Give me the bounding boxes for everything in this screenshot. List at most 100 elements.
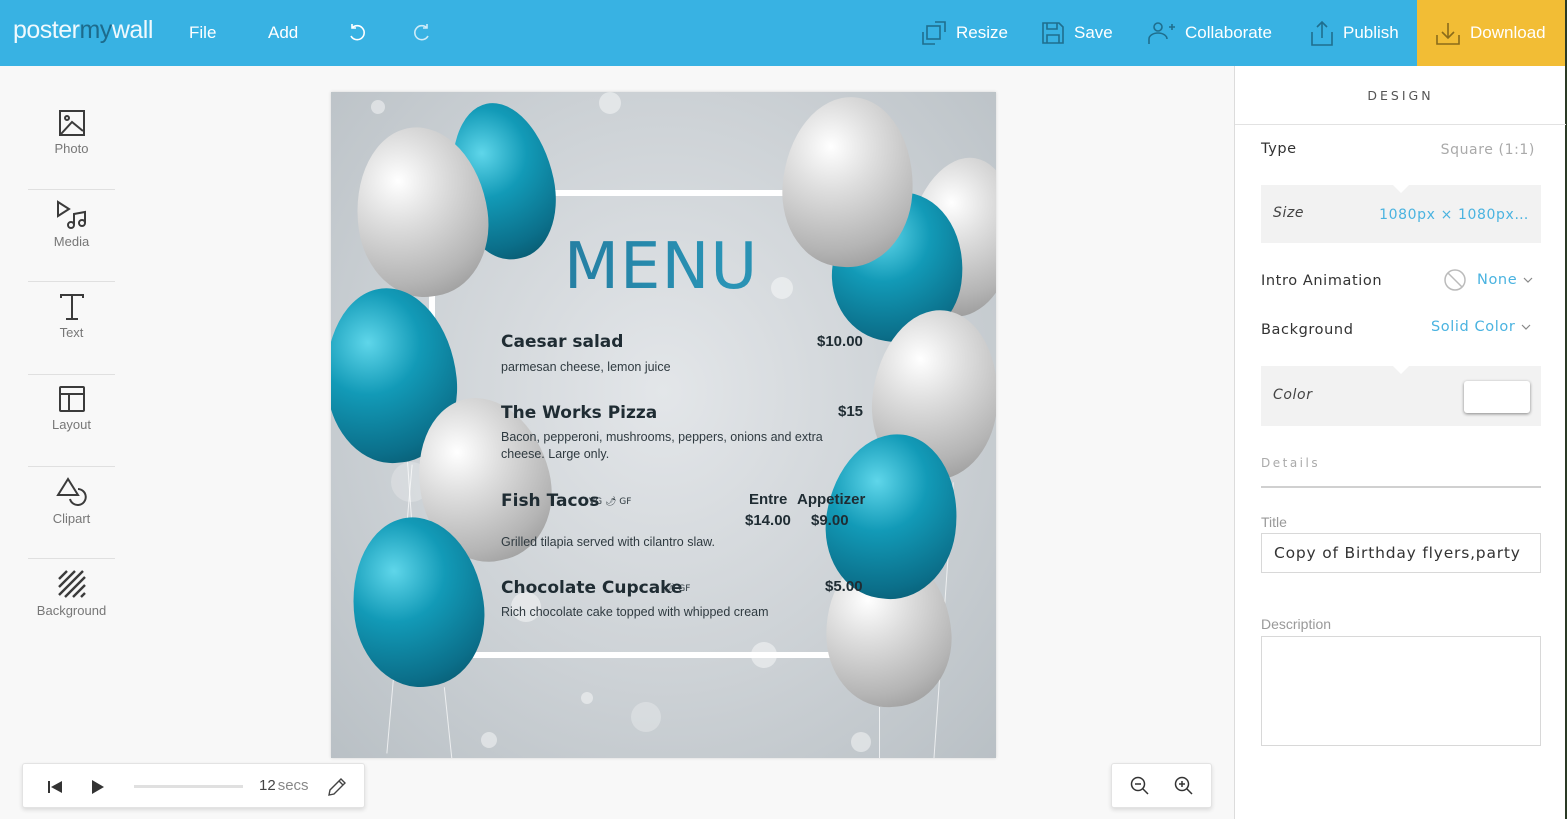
sidebar-item-label: Clipart xyxy=(52,510,91,526)
menu-title[interactable]: MENU xyxy=(331,230,996,304)
color-swatch[interactable] xyxy=(1464,381,1530,413)
collaborate-label: Collaborate xyxy=(1185,23,1272,42)
menu-item-price[interactable]: $14.00 xyxy=(745,512,791,529)
add-menu-button[interactable]: Add xyxy=(268,0,298,66)
color-label: Color xyxy=(1273,387,1313,403)
poster-canvas[interactable]: MENU Caesar salad $10.00 parmesan cheese… xyxy=(331,92,996,758)
file-label: File xyxy=(189,23,217,42)
balloon-string xyxy=(879,707,880,758)
publish-button[interactable]: Publish xyxy=(1310,0,1399,66)
play-icon xyxy=(92,779,104,794)
price-column-label[interactable]: Entre xyxy=(749,491,787,508)
intro-animation-label: Intro Animation xyxy=(1261,273,1383,289)
intro-animation-value: None xyxy=(1477,272,1518,288)
description-input[interactable] xyxy=(1261,636,1541,746)
sidebar-item-photo[interactable]: Photo xyxy=(28,86,115,178)
background-icon xyxy=(57,569,86,598)
duration-value: 12 xyxy=(259,777,276,794)
sidebar-item-layout[interactable]: Layout xyxy=(28,362,115,454)
publish-label: Publish xyxy=(1343,23,1399,42)
menu-item-description[interactable]: parmesan cheese, lemon juice xyxy=(501,359,831,376)
zoom-in-button[interactable] xyxy=(1174,776,1194,800)
playback-controls: 12 secs xyxy=(22,763,365,808)
redo-icon xyxy=(414,24,429,41)
zoom-out-button[interactable] xyxy=(1130,776,1150,800)
bokeh-dot xyxy=(481,732,497,748)
add-label: Add xyxy=(268,23,299,42)
details-divider xyxy=(1261,486,1541,488)
menu-item-description[interactable]: Bacon, pepperoni, mushrooms, peppers, on… xyxy=(501,429,831,463)
price-column-label[interactable]: Appetizer xyxy=(797,491,865,508)
menu-item-description[interactable]: Rich chocolate cake topped with whipped … xyxy=(501,604,831,621)
background-label: Background xyxy=(1261,322,1354,338)
size-value[interactable]: 1080px × 1080px… xyxy=(1379,207,1529,223)
left-sidebar: Photo Media Text Layout Clipart Backgrou… xyxy=(0,66,142,819)
resize-label: Resize xyxy=(956,23,1008,42)
bokeh-dot xyxy=(631,702,661,732)
menu-item-name[interactable]: Caesar salad xyxy=(501,332,623,352)
resize-button[interactable]: Resize xyxy=(921,0,1008,66)
logo[interactable]: postermywall xyxy=(13,16,153,45)
zoom-in-icon xyxy=(1174,776,1193,795)
play-button[interactable] xyxy=(91,764,105,809)
download-label: Download xyxy=(1470,23,1546,42)
top-bar: postermywall File Add Resize Save Collab… xyxy=(0,0,1567,66)
skip-to-start-button[interactable] xyxy=(47,764,63,809)
resize-icon xyxy=(922,21,946,45)
intro-animation-dropdown[interactable]: None xyxy=(1443,268,1533,292)
logo-text-poster: poster xyxy=(13,16,80,44)
menu-item-price[interactable]: $10.00 xyxy=(817,333,863,350)
duration-unit: secs xyxy=(277,777,309,794)
menu-item-tags: 🌶 GF xyxy=(664,584,691,594)
title-input[interactable] xyxy=(1261,533,1541,573)
edit-duration-button[interactable] xyxy=(327,764,347,809)
logo-text-my: my xyxy=(79,16,112,44)
chevron-down-icon xyxy=(1523,277,1533,283)
menu-item-price[interactable]: $5.00 xyxy=(825,578,863,595)
sidebar-item-media[interactable]: Media xyxy=(28,178,115,270)
menu-item-price[interactable]: $15 xyxy=(838,403,863,420)
zoom-controls xyxy=(1111,763,1212,808)
sidebar-item-text[interactable]: Text xyxy=(28,270,115,362)
pencil-icon xyxy=(328,777,346,796)
media-icon xyxy=(56,199,86,229)
none-icon xyxy=(1444,269,1466,291)
panel-heading: DESIGN xyxy=(1235,66,1566,125)
sidebar-item-clipart[interactable]: Clipart xyxy=(28,455,115,547)
redo-button[interactable] xyxy=(411,0,433,66)
menu-item-name[interactable]: Chocolate Cupcake xyxy=(501,578,683,598)
collaborate-button[interactable]: Collaborate xyxy=(1148,0,1272,66)
file-menu-button[interactable]: File xyxy=(189,0,216,66)
layout-icon xyxy=(58,385,85,412)
description-label: Description xyxy=(1261,616,1332,632)
skip-back-icon xyxy=(48,780,62,793)
menu-item-name[interactable]: Fish Tacos xyxy=(501,491,599,511)
timeline-slider[interactable] xyxy=(134,785,243,788)
save-icon xyxy=(1042,22,1064,44)
menu-item-name[interactable]: The Works Pizza xyxy=(501,403,657,423)
design-panel: DESIGN Type Square (1:1) Size 1080px × 1… xyxy=(1234,66,1566,819)
size-box[interactable]: Size 1080px × 1080px… xyxy=(1261,184,1541,243)
duration-display[interactable]: 12 secs xyxy=(259,777,309,794)
sidebar-item-label: Layout xyxy=(51,416,92,432)
chevron-down-icon xyxy=(1521,324,1531,330)
text-icon xyxy=(59,293,84,320)
sidebar-item-background[interactable]: Background xyxy=(28,547,115,639)
photo-icon xyxy=(58,109,85,136)
clipart-icon xyxy=(55,476,87,506)
sidebar-item-label: Text xyxy=(59,324,84,340)
background-type-dropdown[interactable]: Solid Color xyxy=(1431,319,1531,335)
download-button[interactable]: Download xyxy=(1417,0,1565,66)
bokeh-dot xyxy=(371,100,385,114)
menu-item-tags: VG 🌶 GF xyxy=(589,497,632,507)
save-button[interactable]: Save xyxy=(1041,0,1113,66)
undo-button[interactable] xyxy=(346,0,368,66)
type-value: Square (1:1) xyxy=(1440,142,1535,158)
sidebar-item-label: Media xyxy=(53,233,90,249)
undo-icon xyxy=(350,24,365,41)
sidebar-item-label: Photo xyxy=(54,140,89,156)
menu-item-price[interactable]: $9.00 xyxy=(811,512,849,529)
background-type-value: Solid Color xyxy=(1431,319,1516,335)
menu-item-description[interactable]: Grilled tilapia served with cilantro sla… xyxy=(501,534,831,551)
zoom-out-icon xyxy=(1130,776,1149,795)
